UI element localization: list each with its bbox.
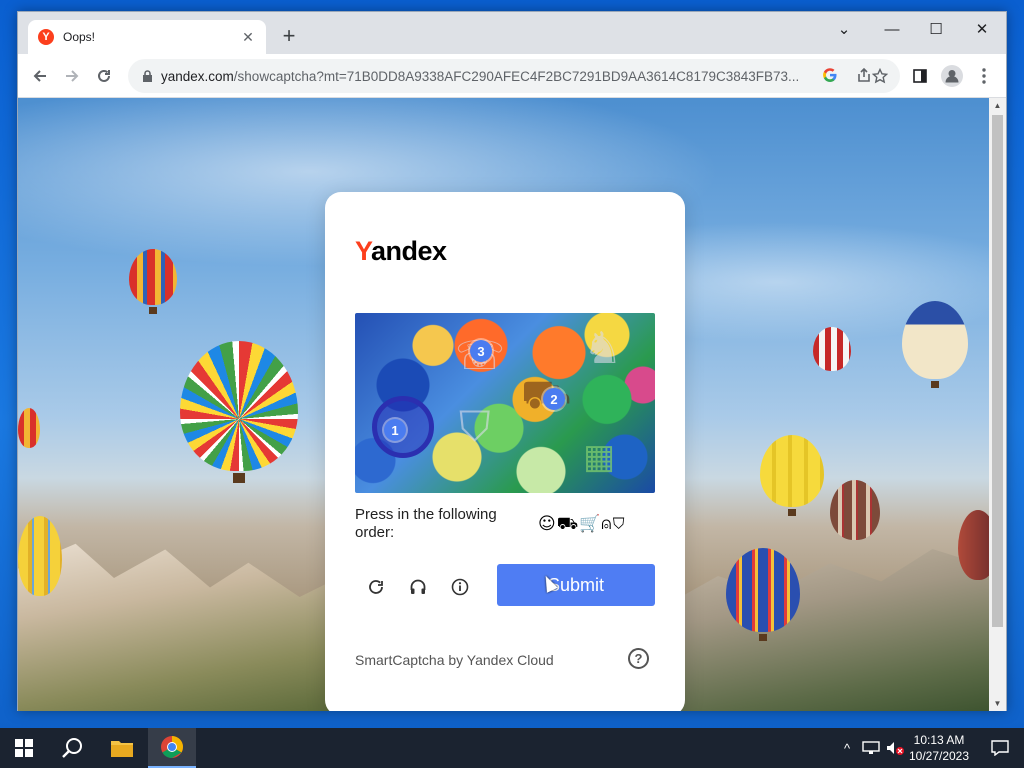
captcha-image[interactable]: ☏ ♞ ⛉ ⛟ ▦ 1 2 3 — [355, 313, 655, 493]
order-icons-sequence: ☺⛟🛒⍝⛉ — [538, 514, 626, 534]
click-marker-3[interactable]: 3 — [470, 340, 492, 362]
scroll-up-arrow-icon[interactable]: ▲ — [989, 98, 1006, 113]
system-tray: ^ — [838, 728, 904, 768]
page-background: Yandex ☏ ♞ ⛉ ⛟ ▦ 1 2 3 Press in the foll… — [18, 98, 990, 711]
forward-button[interactable] — [58, 62, 86, 90]
arrow-right-icon — [66, 70, 79, 82]
hot-air-balloon — [902, 301, 968, 388]
yandex-logo: Yandex — [355, 236, 447, 266]
folder-icon — [111, 741, 133, 757]
clock-date: 10/27/2023 — [908, 749, 970, 763]
notification-icon — [991, 740, 1009, 756]
lock-icon — [143, 69, 152, 82]
scroll-thumb[interactable] — [992, 115, 1003, 627]
click-marker-1[interactable]: 1 — [384, 419, 406, 441]
star-icon — [872, 68, 888, 84]
calculator-outline-icon: ▦ — [583, 438, 616, 476]
arrow-left-icon — [33, 70, 46, 82]
hot-air-balloon — [18, 516, 62, 596]
headphones-icon — [410, 579, 426, 594]
hot-air-balloon — [18, 408, 40, 448]
search-icon — [62, 738, 82, 758]
refresh-icon — [369, 580, 383, 594]
address-bar[interactable]: yandex.com/showcaptcha?mt=71B0DD8A9338AF… — [128, 59, 900, 93]
start-button[interactable] — [0, 728, 48, 768]
valley-landscape-right — [670, 549, 990, 711]
smartcaptcha-credit: SmartCaptcha by Yandex Cloud — [355, 652, 554, 668]
refresh-captcha-button[interactable] — [362, 573, 390, 601]
browser-toolbar: yandex.com/showcaptcha?mt=71B0DD8A9338AF… — [18, 54, 1006, 98]
google-icon[interactable] — [822, 67, 838, 88]
chevron-up-icon[interactable]: ^ — [838, 741, 856, 756]
hot-air-balloon — [180, 341, 298, 483]
browser-menu-button[interactable] — [970, 62, 998, 90]
maximize-button[interactable]: ☐ — [914, 16, 958, 44]
network-icon[interactable] — [862, 741, 880, 755]
search-button[interactable] — [48, 728, 96, 768]
hot-air-balloon — [830, 480, 880, 540]
close-window-button[interactable]: ✕ — [960, 16, 1004, 44]
tab-title: Oops! — [63, 30, 96, 44]
file-explorer-button[interactable] — [98, 728, 146, 768]
page-scrollbar[interactable]: ▲ ▼ — [989, 98, 1006, 711]
tab-close-icon[interactable]: ✕ — [240, 29, 256, 46]
valley-landscape-left — [18, 543, 338, 711]
hot-air-balloon — [813, 327, 851, 371]
url-path: /showcaptcha?mt=71B0DD8A9338AFC290AFEC4F… — [233, 68, 800, 84]
back-button[interactable] — [26, 62, 54, 90]
chrome-icon — [161, 736, 183, 758]
profile-button[interactable] — [938, 62, 966, 90]
minimize-button[interactable]: — — [870, 16, 914, 44]
windows-taskbar: ^ 10:13 AM 10/27/2023 — [0, 728, 1024, 768]
info-icon — [451, 578, 469, 596]
hot-air-balloon — [726, 548, 800, 641]
captcha-info-button[interactable] — [446, 573, 474, 601]
windows-logo-icon — [15, 739, 33, 757]
reload-button[interactable] — [90, 62, 118, 90]
scroll-down-arrow-icon[interactable]: ▼ — [989, 696, 1006, 711]
tab-search-icon[interactable]: ⌄ — [822, 16, 866, 44]
taskbar-clock[interactable]: 10:13 AM 10/27/2023 — [906, 732, 972, 764]
click-marker-2[interactable]: 2 — [543, 388, 565, 410]
audio-captcha-button[interactable] — [404, 573, 432, 601]
tag-outline-icon: ⛉ — [459, 403, 491, 450]
url-domain: yandex.com — [161, 68, 234, 84]
hot-air-balloon — [958, 510, 990, 580]
title-bar: Y Oops! ✕ + ⌄ — ☐ ✕ — [18, 12, 1006, 54]
captcha-card: Yandex ☏ ♞ ⛉ ⛟ ▦ 1 2 3 Press in the foll… — [325, 192, 685, 711]
yandex-favicon-icon: Y — [38, 29, 54, 45]
profile-icon — [941, 65, 963, 87]
new-tab-button[interactable]: + — [276, 24, 302, 50]
side-panel-button[interactable] — [906, 62, 934, 90]
browser-window: Y Oops! ✕ + ⌄ — ☐ ✕ yandex.com/showcaptc… — [17, 11, 1007, 711]
tab-oops[interactable]: Y Oops! ✕ — [28, 20, 266, 54]
url-text: yandex.com/showcaptcha?mt=71B0DD8A9338AF… — [161, 69, 801, 84]
notifications-button[interactable] — [976, 728, 1024, 768]
clock-time: 10:13 AM — [913, 733, 965, 747]
help-icon[interactable]: ? — [628, 648, 649, 669]
hot-air-balloon — [760, 435, 824, 516]
bell-outline-icon: ♞ — [583, 324, 623, 373]
captcha-instruction: Press in the following order: — [355, 506, 497, 541]
bookmark-star-button[interactable] — [866, 62, 894, 90]
hot-air-balloon — [129, 249, 177, 314]
kebab-menu-icon — [982, 68, 986, 84]
chrome-taskbar-button[interactable] — [148, 728, 196, 768]
reload-icon — [98, 69, 110, 82]
side-panel-icon — [913, 69, 927, 83]
speaker-muted-icon[interactable] — [886, 741, 904, 755]
submit-button[interactable]: Submit — [497, 564, 655, 606]
